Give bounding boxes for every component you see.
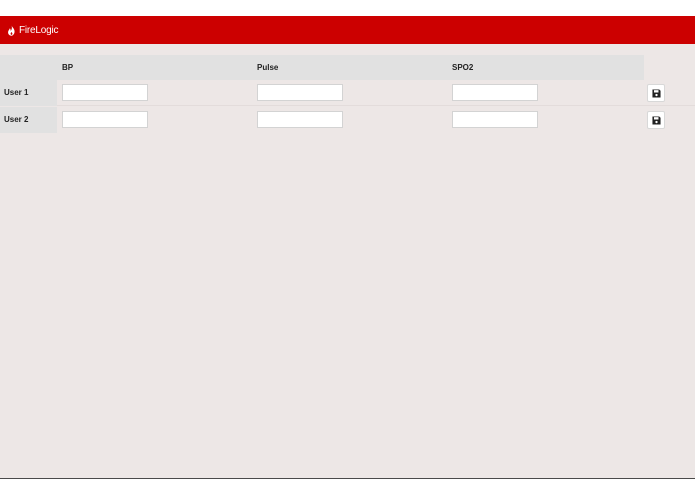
brand-name: FireLogic bbox=[19, 24, 59, 36]
bp-input-user-1[interactable] bbox=[62, 84, 148, 101]
spo2-input-user-1[interactable] bbox=[452, 84, 538, 101]
pulse-input-user-1[interactable] bbox=[257, 84, 343, 101]
table-header: BP Pulse SPO2 bbox=[0, 55, 695, 80]
row-divider bbox=[57, 105, 695, 106]
brand-link[interactable]: FireLogic bbox=[7, 24, 59, 36]
row-label-user-2: User 2 bbox=[0, 107, 57, 133]
column-header-bp: BP bbox=[62, 63, 74, 72]
navbar: FireLogic bbox=[0, 16, 695, 44]
floppy-disk-icon bbox=[651, 88, 661, 98]
table-row: User 1 bbox=[0, 80, 695, 106]
app-window: FireLogic BP Pulse SPO2 User 1 User 2 bbox=[0, 16, 695, 478]
spo2-input-user-2[interactable] bbox=[452, 111, 538, 128]
table-header-background bbox=[0, 55, 644, 80]
column-header-pulse: Pulse bbox=[257, 63, 279, 72]
flame-icon bbox=[8, 24, 15, 36]
bp-input-user-2[interactable] bbox=[62, 111, 148, 128]
row-label-user-1: User 1 bbox=[0, 80, 57, 106]
save-button-user-1[interactable] bbox=[647, 84, 665, 102]
table-row: User 2 bbox=[0, 107, 695, 133]
save-button-user-2[interactable] bbox=[647, 111, 665, 129]
floppy-disk-icon bbox=[651, 115, 661, 125]
pulse-input-user-2[interactable] bbox=[257, 111, 343, 128]
bottom-border bbox=[0, 478, 695, 479]
column-header-spo2: SPO2 bbox=[452, 63, 474, 72]
